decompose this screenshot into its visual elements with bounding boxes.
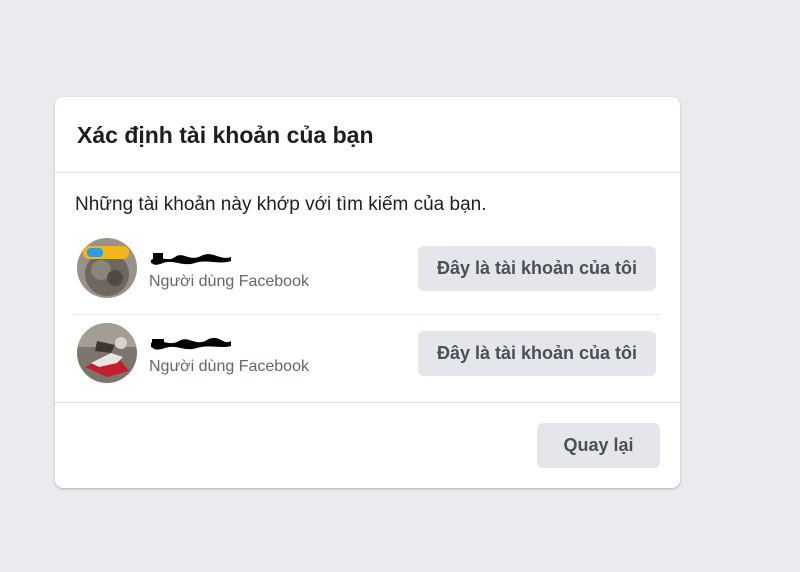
avatar-photo-icon — [77, 238, 137, 298]
redacted-name-mark — [151, 337, 231, 350]
redacted-name-mark — [151, 253, 231, 265]
avatar[interactable] — [77, 323, 137, 383]
account-row: Người dùng Facebook Đây là tài khoản của… — [75, 315, 660, 397]
dialog-header: Xác định tài khoản của bạn — [55, 97, 680, 173]
dialog-footer: Quay lại — [55, 402, 680, 488]
account-subtitle: Người dùng Facebook — [149, 358, 309, 375]
this-is-my-account-button[interactable]: Đây là tài khoản của tôi — [418, 331, 656, 376]
avatar[interactable] — [77, 238, 137, 298]
dialog-title: Xác định tài khoản của bạn — [77, 122, 374, 148]
avatar-photo-icon — [77, 323, 137, 383]
dialog-body: Những tài khoản này khớp với tìm kiếm củ… — [55, 173, 680, 397]
account-subtitle: Người dùng Facebook — [149, 273, 309, 290]
back-button[interactable]: Quay lại — [537, 423, 660, 468]
dialog-intro-text: Những tài khoản này khớp với tìm kiếm củ… — [75, 194, 487, 215]
identify-account-dialog: Xác định tài khoản của bạn Những tài kho… — [55, 97, 680, 488]
account-row: Người dùng Facebook Đây là tài khoản của… — [75, 233, 660, 315]
this-is-my-account-button[interactable]: Đây là tài khoản của tôi — [418, 246, 656, 291]
